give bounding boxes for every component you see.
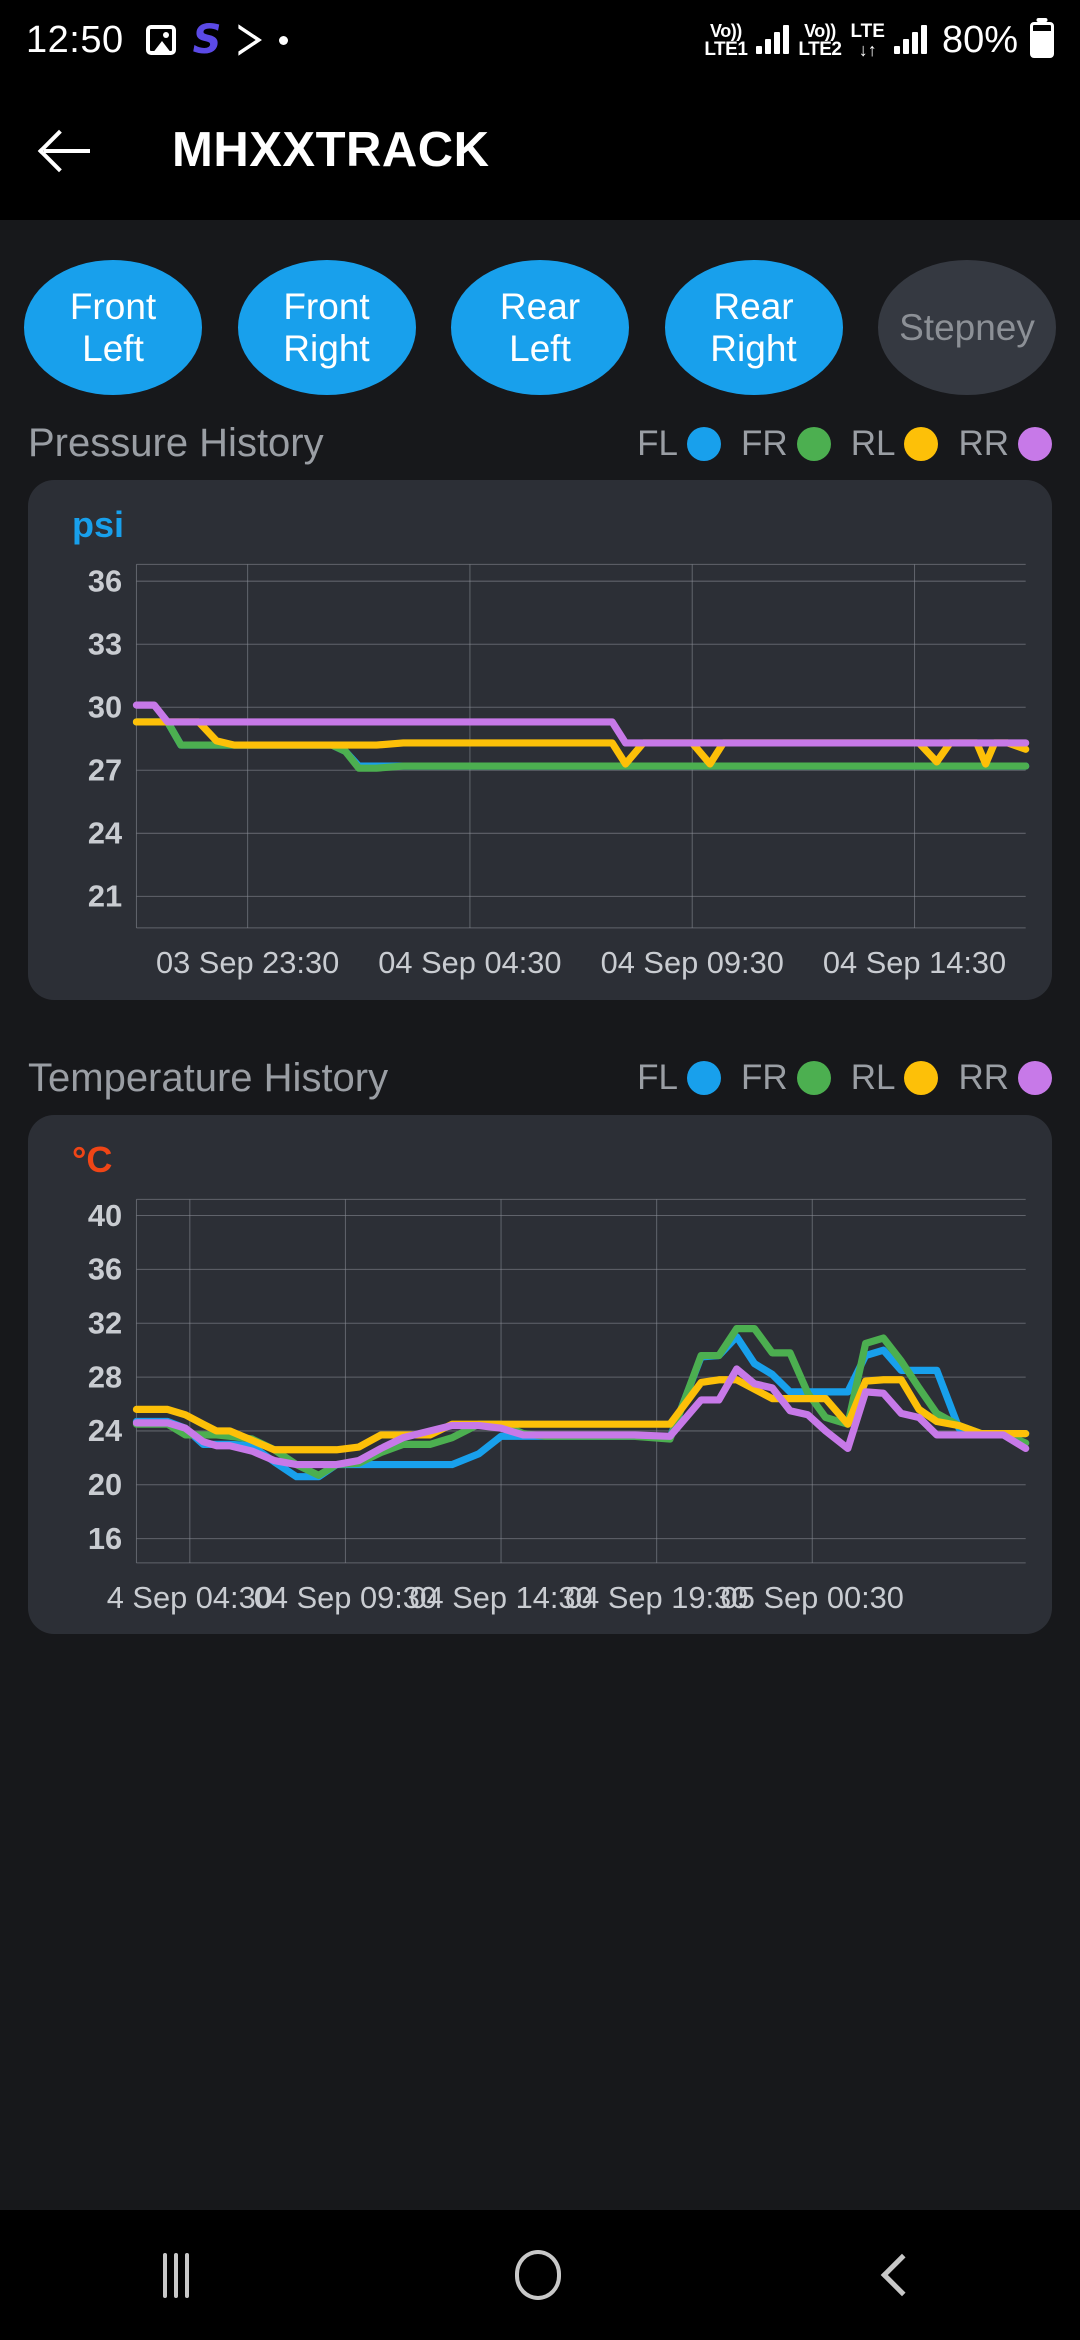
volte-sim2-icon: Vo)) LTE2: [798, 20, 842, 60]
gallery-icon: [145, 25, 176, 55]
system-nav-bar: [0, 2210, 1080, 2340]
svg-text:21: 21: [88, 879, 122, 914]
temperature-unit-label: °C: [72, 1138, 113, 1180]
pressure-chart-card[interactable]: psi 36 33 30 27 24 21 03 Sep 23:30 04 Sep 04:30…: [28, 480, 1052, 1000]
page-title: MHXXTRACK: [172, 123, 490, 177]
legend-dot-rr-temp: [1018, 1061, 1052, 1096]
dot-icon: [279, 35, 289, 45]
phone-screen: 12:50 S Vo)) LTE1 Vo)) LTE2 LTE ↓↑ 80% M…: [0, 0, 1080, 2340]
battery-icon: [1030, 22, 1054, 58]
svg-text:04 Sep 04:30: 04 Sep 04:30: [378, 945, 561, 980]
temperature-chart-svg: 403632282420164 Sep 04:3004 Sep 09:3004 …: [88, 1197, 1030, 1615]
status-clock: 12:50: [26, 18, 124, 61]
chip-front-right[interactable]: Front Right: [237, 260, 416, 395]
back-icon[interactable]: [880, 2253, 924, 2297]
legend-dot-fr-temp: [796, 1061, 831, 1096]
chip-rear-left[interactable]: Rear Left: [451, 260, 629, 395]
status-notification-icons: S: [145, 17, 289, 63]
status-bar: 12:50 S Vo)) LTE1 Vo)) LTE2 LTE ↓↑ 80%: [0, 0, 1080, 80]
svg-text:28: 28: [88, 1359, 122, 1394]
svg-text:4 Sep 04:30: 4 Sep 04:30: [107, 1580, 273, 1615]
svg-text:24: 24: [88, 816, 122, 851]
battery-percent: 80%: [941, 18, 1018, 61]
home-icon[interactable]: [515, 2250, 561, 2300]
recents-icon[interactable]: [163, 2252, 189, 2298]
chip-front-left[interactable]: Front Left: [24, 260, 202, 395]
legend-dot-rl-temp: [904, 1061, 939, 1096]
svg-text:20: 20: [88, 1467, 122, 1502]
legend-dot-rr: [1018, 426, 1052, 461]
svg-text:05 Sep 00:30: 05 Sep 00:30: [721, 1580, 904, 1615]
pressure-section-header: Pressure History FL FR RL RR: [0, 395, 1080, 480]
legend-item-rr: RR: [958, 424, 1052, 464]
legend-item-rl-temp: RL: [851, 1058, 939, 1098]
legend-item-rl: RL: [851, 424, 939, 464]
chip-rear-right[interactable]: Rear Right: [664, 260, 843, 395]
legend-dot-fl-temp: [687, 1061, 722, 1096]
play-store-icon: [238, 24, 262, 56]
chip-stepney[interactable]: Stepney: [878, 260, 1056, 395]
temperature-section-title: Temperature History: [28, 1055, 389, 1100]
volte-sim1-icon: Vo)) LTE1: [704, 20, 748, 60]
pressure-chart[interactable]: 36 33 30 27 24 21 03 Sep 23:30 04 Sep 04:30 04 S…: [42, 550, 1038, 992]
status-system-icons: Vo)) LTE1 Vo)) LTE2 LTE ↓↑ 80%: [704, 19, 1054, 62]
svg-text:30: 30: [88, 690, 122, 725]
pressure-chart-svg: 36 33 30 27 24 21 03 Sep 23:30 04 Sep 04:30 04 S…: [88, 563, 1030, 980]
svg-text:24: 24: [88, 1413, 122, 1448]
pressure-unit-label: psi: [72, 504, 125, 545]
app-bar: MHXXTRACK: [0, 80, 1080, 220]
back-arrow-icon[interactable]: [38, 122, 94, 178]
svg-text:04 Sep 14:30: 04 Sep 14:30: [823, 945, 1006, 980]
signal-bars-sim2-icon: [893, 25, 927, 54]
svg-text:04 Sep 09:30: 04 Sep 09:30: [601, 945, 784, 980]
svg-text:33: 33: [88, 626, 122, 661]
temperature-legend: FL FR RL RR: [637, 1058, 1052, 1098]
legend-item-fr-temp: FR: [741, 1058, 831, 1098]
legend-item-fl: FL: [637, 424, 722, 464]
legend-item-fr: FR: [741, 424, 831, 464]
lte-data-icon: LTE ↓↑: [850, 20, 885, 60]
signal-bars-sim1-icon: [756, 25, 790, 54]
legend-item-fl-temp: FL: [637, 1058, 722, 1098]
temperature-chart-card[interactable]: °C 40 36 32 28 24 20 16 4 Sep 04:30 04 Sep 09:30…: [28, 1114, 1052, 1635]
temperature-section-header: Temperature History FL FR RL RR: [0, 1000, 1080, 1115]
svg-text:27: 27: [88, 753, 122, 788]
svg-text:03 Sep 23:30: 03 Sep 23:30: [156, 945, 339, 980]
pressure-section-title: Pressure History: [28, 421, 324, 465]
legend-dot-fl: [687, 426, 722, 461]
legend-dot-fr: [796, 426, 831, 461]
svg-text:36: 36: [88, 1251, 122, 1286]
pressure-legend: FL FR RL RR: [637, 424, 1052, 464]
svg-text:16: 16: [88, 1520, 122, 1555]
samsung-internet-s-icon: S: [192, 17, 222, 63]
svg-text:36: 36: [88, 563, 122, 598]
svg-text:32: 32: [88, 1305, 122, 1340]
tire-position-chip-row: Front Left Front Right Rear Left Rear Ri…: [0, 220, 1080, 395]
legend-item-rr-temp: RR: [958, 1058, 1052, 1098]
svg-text:40: 40: [88, 1197, 122, 1232]
main-content: Front Left Front Right Rear Left Rear Ri…: [0, 220, 1080, 2130]
legend-dot-rl: [904, 426, 939, 461]
temperature-chart[interactable]: 40 36 32 28 24 20 16 4 Sep 04:30 04 Sep 09:30 04 …: [42, 1185, 1038, 1627]
